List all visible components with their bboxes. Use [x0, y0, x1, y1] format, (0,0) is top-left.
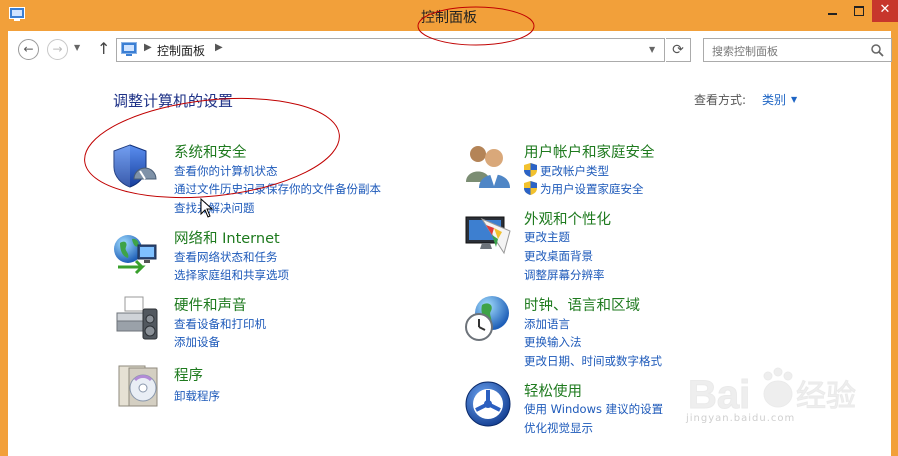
- category-title-hardware-sound[interactable]: 硬件和声音: [174, 294, 247, 315]
- link-change-desktop-background[interactable]: 更改桌面背景: [524, 248, 593, 264]
- window-title: 控制面板: [421, 10, 477, 26]
- link-view-computer-status[interactable]: 查看你的计算机状态: [174, 163, 278, 179]
- baidu-watermark-logo: Bai 经验: [688, 367, 857, 418]
- chevron-right-icon[interactable]: ▶: [144, 42, 152, 53]
- control-panel-icon: [121, 42, 137, 56]
- monitor-palette-icon[interactable]: [464, 209, 512, 257]
- link-screen-resolution[interactable]: 调整屏幕分辨率: [524, 267, 605, 283]
- refresh-button[interactable]: ⟳: [666, 38, 691, 62]
- category-title-programs[interactable]: 程序: [174, 364, 203, 385]
- arrow-right-icon: →: [52, 42, 63, 56]
- link-optimize-visual-display[interactable]: 优化视觉显示: [524, 420, 593, 436]
- title-bar: 控制面板 ✕: [0, 0, 898, 31]
- link-change-date-time-format[interactable]: 更改日期、时间或数字格式: [524, 353, 662, 369]
- printer-icon[interactable]: [113, 295, 161, 343]
- search-icon[interactable]: [870, 43, 884, 57]
- uac-shield-icon: [524, 163, 537, 177]
- link-recommended-settings[interactable]: 使用 Windows 建议的设置: [524, 401, 663, 417]
- svg-text:经验: 经验: [796, 380, 856, 413]
- back-button[interactable]: ←: [18, 39, 39, 60]
- link-troubleshoot[interactable]: 查找并解决问题: [174, 200, 255, 216]
- view-by-label: 查看方式:: [694, 93, 747, 107]
- address-dropdown-icon[interactable]: ▼: [649, 45, 655, 54]
- window-frame-left: [0, 31, 8, 456]
- category-title-appearance[interactable]: 外观和个性化: [524, 208, 611, 229]
- up-button[interactable]: ↑: [97, 39, 110, 58]
- network-globe-icon[interactable]: [112, 229, 160, 277]
- window-frame-right: [891, 31, 898, 456]
- view-by-select[interactable]: 类别: [762, 91, 786, 108]
- category-title-network-internet[interactable]: 网络和 Internet: [174, 227, 280, 248]
- programs-icon[interactable]: [115, 362, 163, 410]
- close-button[interactable]: ✕: [872, 0, 898, 22]
- maximize-button[interactable]: [846, 0, 872, 22]
- chevron-down-icon[interactable]: ▼: [791, 95, 797, 104]
- page-title: 调整计算机的设置: [113, 92, 234, 110]
- link-network-status-tasks[interactable]: 查看网络状态和任务: [174, 249, 278, 265]
- clock-globe-icon[interactable]: [464, 295, 512, 343]
- chevron-down-icon: ▼: [74, 43, 81, 52]
- arrow-up-icon: ↑: [97, 39, 111, 58]
- shield-icon[interactable]: [110, 142, 158, 190]
- link-family-safety[interactable]: 为用户设置家庭安全: [540, 181, 644, 197]
- link-uninstall-program[interactable]: 卸载程序: [174, 388, 220, 404]
- category-title-user-accounts[interactable]: 用户帐户和家庭安全: [524, 141, 655, 162]
- link-add-device[interactable]: 添加设备: [174, 334, 220, 350]
- watermark-url: jingyan.baidu.com: [686, 413, 796, 424]
- maximize-icon: [854, 6, 864, 16]
- svg-text:Bai: Bai: [688, 373, 750, 417]
- category-title-system-security[interactable]: 系统和安全: [174, 141, 247, 162]
- link-add-language[interactable]: 添加语言: [524, 316, 570, 332]
- recent-locations-dropdown[interactable]: ▼: [74, 43, 80, 52]
- link-file-history-backup[interactable]: 通过文件历史记录保存你的文件备份副本: [174, 181, 381, 197]
- close-icon: ✕: [879, 2, 891, 17]
- category-title-clock-language-region[interactable]: 时钟、语言和区域: [524, 294, 640, 315]
- refresh-icon: ⟳: [672, 42, 684, 58]
- forward-button[interactable]: →: [47, 39, 68, 60]
- minimize-button[interactable]: [818, 0, 846, 22]
- search-placeholder: 搜索控制面板: [712, 45, 778, 58]
- uac-shield-icon: [524, 181, 537, 195]
- chevron-right-icon[interactable]: ▶: [215, 42, 223, 53]
- minimize-icon: [828, 13, 837, 15]
- ease-of-access-icon[interactable]: [464, 380, 512, 428]
- link-homegroup-sharing[interactable]: 选择家庭组和共享选项: [174, 267, 289, 283]
- arrow-left-icon: ←: [23, 42, 34, 56]
- search-input[interactable]: 搜索控制面板: [703, 38, 892, 62]
- users-icon[interactable]: [464, 142, 512, 190]
- navigation-bar: ← → ▼ ↑ ▶ 控制面板 ▶ ▼ ⟳ 搜索控制面板: [8, 31, 892, 67]
- link-change-theme[interactable]: 更改主题: [524, 229, 570, 245]
- breadcrumb[interactable]: 控制面板: [157, 42, 205, 59]
- link-devices-printers[interactable]: 查看设备和打印机: [174, 316, 266, 332]
- category-title-ease-of-access[interactable]: 轻松使用: [524, 380, 582, 401]
- link-change-account-type[interactable]: 更改帐户类型: [540, 163, 609, 179]
- address-bar[interactable]: ▶ 控制面板 ▶ ▼: [116, 38, 665, 62]
- link-change-input-method[interactable]: 更换输入法: [524, 334, 582, 350]
